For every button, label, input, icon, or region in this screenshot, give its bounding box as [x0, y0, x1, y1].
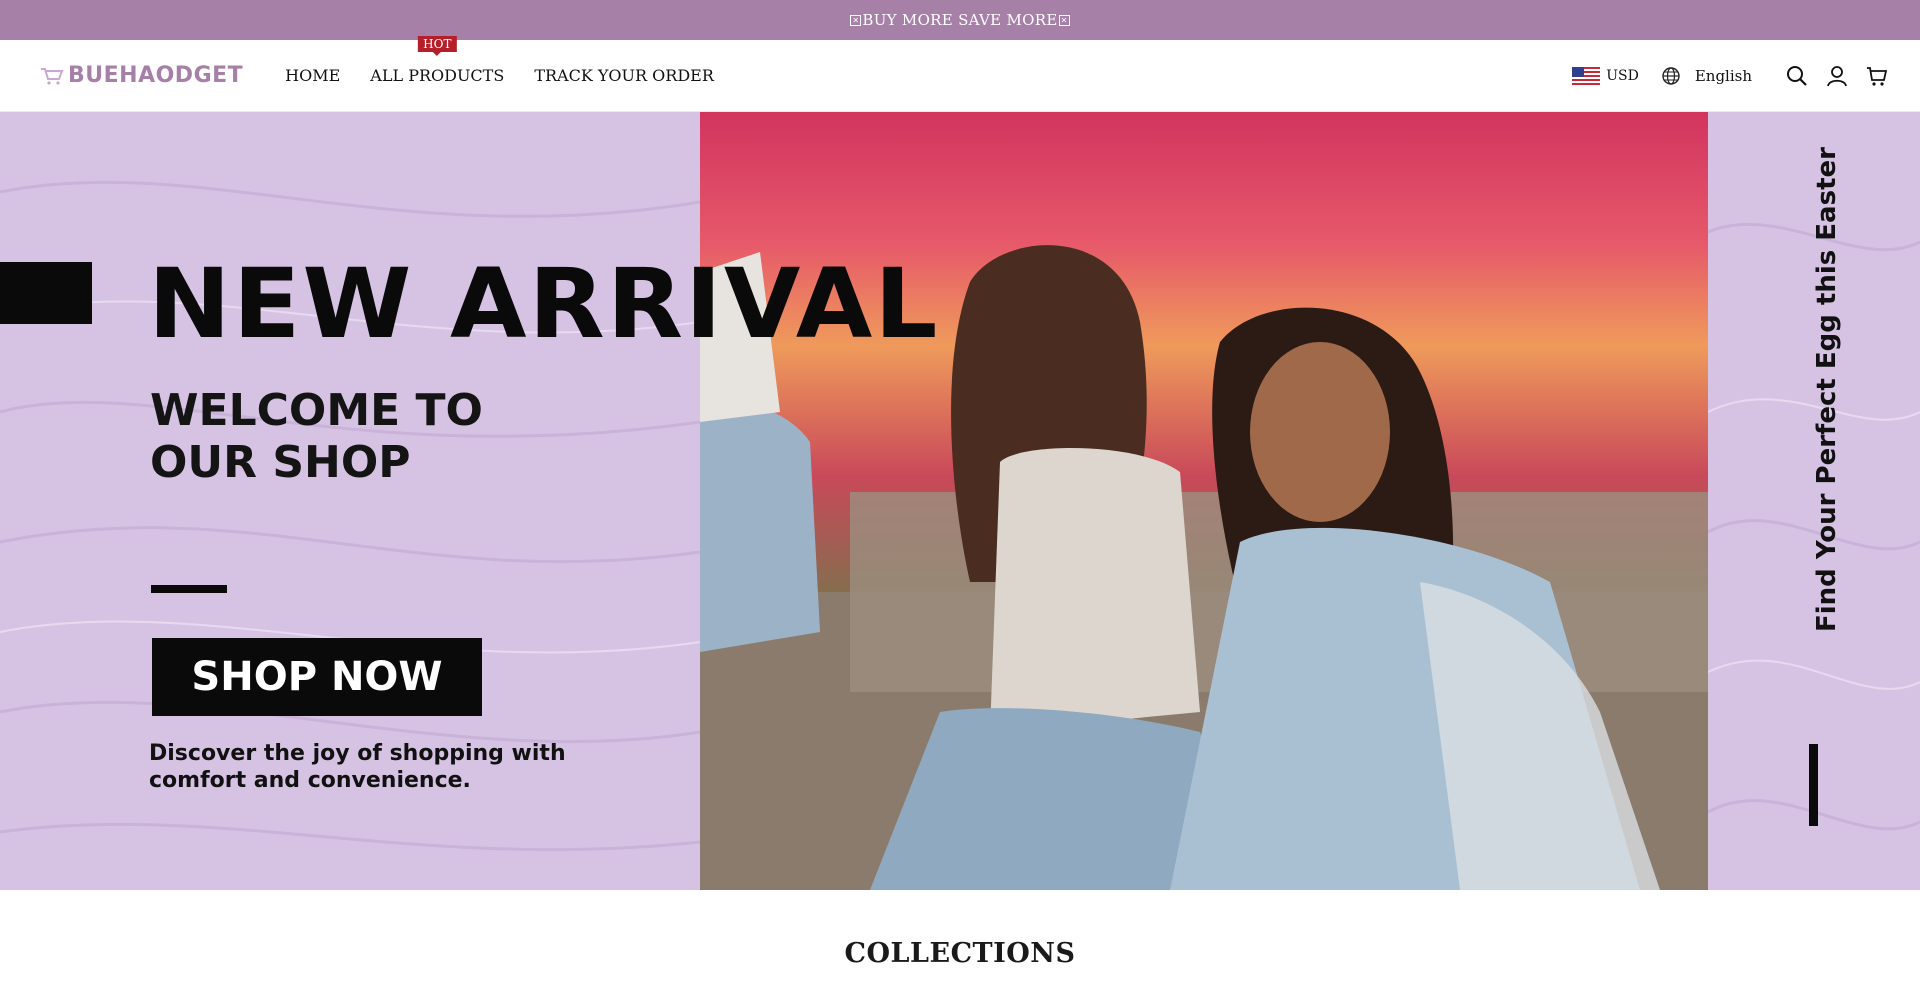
collections-heading: COLLECTIONS: [844, 938, 1076, 969]
hero-banner[interactable]: NEW ARRIVAL WELCOME TO OUR SHOP SHOP NOW…: [0, 112, 1920, 890]
box-icon: ✕: [1058, 14, 1070, 26]
hot-badge: HOT: [418, 36, 457, 52]
language-label: English: [1694, 67, 1752, 85]
announcement-bar: ✕ BUY MORE SAVE MORE ✕: [0, 0, 1920, 40]
main-nav: HOME HOT ALL PRODUCTS TRACK YOUR ORDER: [285, 36, 714, 85]
cart-icon: [1867, 67, 1888, 86]
nav-home[interactable]: HOME: [285, 66, 340, 85]
welcome-line-1: WELCOME TO: [150, 385, 483, 436]
logo-text: BUEHAODGET: [68, 63, 244, 88]
hero-photo: [700, 112, 1708, 890]
decorative-side-bar: [1809, 744, 1818, 826]
search-icon: [1787, 66, 1807, 86]
cart-logo-icon: [41, 67, 64, 85]
nav-all-products-label: ALL PRODUCTS: [370, 66, 505, 85]
language-selector[interactable]: English: [1661, 66, 1752, 86]
currency-label: USD: [1606, 68, 1639, 84]
nav-track-order[interactable]: TRACK YOUR ORDER: [534, 66, 714, 85]
cart-button[interactable]: [1864, 63, 1890, 89]
site-header: BUEHAODGET HOME HOT ALL PRODUCTS TRACK Y…: [0, 36, 1920, 112]
us-flag-icon: [1572, 67, 1601, 85]
search-button[interactable]: [1784, 63, 1810, 89]
shop-now-button[interactable]: SHOP NOW: [152, 638, 482, 716]
hero-photo-illustration: [700, 112, 1708, 890]
account-button[interactable]: [1824, 63, 1850, 89]
hero-headline: NEW ARRIVAL: [148, 248, 940, 360]
decorative-dash: [151, 585, 227, 593]
nav-track-order-label: TRACK YOUR ORDER: [534, 66, 714, 85]
side-tagline: Find Your Perfect Egg this Easter: [1812, 147, 1842, 632]
globe-icon: [1662, 67, 1680, 85]
logo[interactable]: BUEHAODGET: [40, 63, 243, 88]
box-icon: ✕: [850, 14, 862, 26]
decorative-block: [0, 262, 92, 324]
hero-description: Discover the joy of shopping with comfor…: [149, 741, 566, 793]
hero-welcome: WELCOME TO OUR SHOP: [150, 385, 570, 489]
announcement-text: BUY MORE SAVE MORE: [862, 11, 1058, 29]
welcome-line-2: OUR SHOP: [150, 437, 411, 488]
account-icon: [1827, 66, 1847, 87]
header-tools: USD English: [1572, 40, 1890, 112]
currency-selector[interactable]: USD: [1572, 67, 1639, 85]
nav-all-products[interactable]: HOT ALL PRODUCTS: [370, 36, 505, 85]
nav-home-label: HOME: [285, 66, 341, 85]
